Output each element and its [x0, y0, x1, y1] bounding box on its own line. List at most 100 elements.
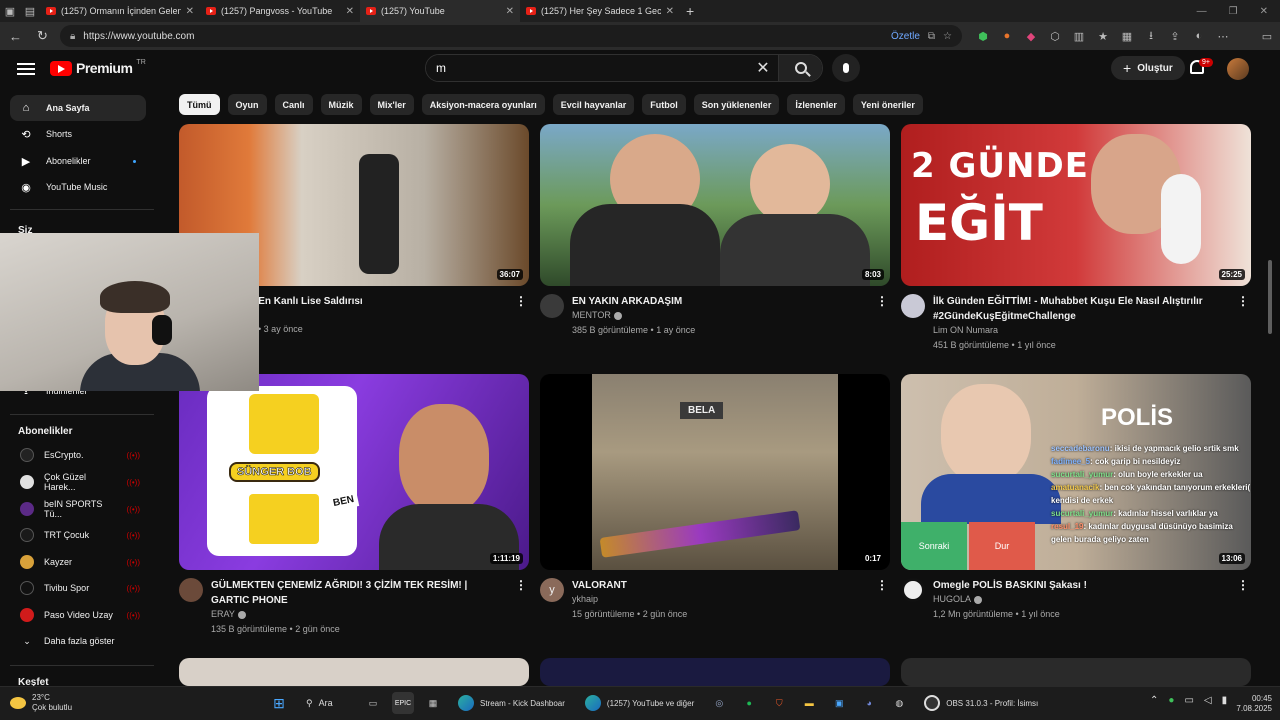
- taskbar-edge-youtube[interactable]: (1257) YouTube ve diğer: [579, 692, 700, 714]
- collections-icon[interactable]: ▦: [1120, 29, 1134, 43]
- chip[interactable]: Mix'ler: [369, 94, 414, 115]
- youtube-premium-logo[interactable]: Premium TR: [50, 59, 146, 76]
- subscription-item[interactable]: Paso Video Uzay ((•)): [10, 603, 146, 627]
- taskbar-obs[interactable]: OBS 31.0.3 - Profil: İsimsı: [918, 692, 1044, 714]
- brave-icon[interactable]: ⛉: [768, 692, 790, 714]
- channel-name[interactable]: MENTOR: [572, 310, 622, 320]
- chip[interactable]: Oyun: [227, 94, 267, 115]
- start-windows-icon[interactable]: ⊞: [268, 692, 290, 714]
- workspaces-icon[interactable]: ▣: [0, 0, 20, 22]
- sidebar-toggle-icon[interactable]: ▭: [1260, 29, 1274, 43]
- favorite-star-icon[interactable]: ☆: [943, 31, 952, 42]
- more-options-icon[interactable]: ⋮: [515, 578, 527, 592]
- more-options-icon[interactable]: ⋮: [876, 578, 888, 592]
- maximize-icon[interactable]: ❐: [1229, 6, 1238, 17]
- taskbar-search[interactable]: ⚲ Ara: [298, 692, 354, 714]
- weather-widget[interactable]: 23°C Çok bulutlu: [10, 693, 72, 713]
- capture-icon[interactable]: ◍: [888, 692, 910, 714]
- file-explorer-icon[interactable]: ▬: [798, 692, 820, 714]
- share-icon[interactable]: ⇪: [1168, 29, 1182, 43]
- sidebar-item-youtube-music[interactable]: ◉ YouTube Music: [10, 174, 146, 200]
- sidebar-item-home[interactable]: ⌂ Ana Sayfa: [10, 95, 146, 121]
- new-tab-button[interactable]: +: [680, 3, 700, 19]
- browser-tab[interactable]: (1257) Ormanın İçinden Gelen Se✕: [40, 0, 200, 22]
- subscription-item[interactable]: beIN SPORTS Tü... ((•)): [10, 497, 146, 521]
- subscription-item[interactable]: Kayzer ((•)): [10, 550, 146, 574]
- task-view-icon[interactable]: ▭: [362, 692, 384, 714]
- more-options-icon[interactable]: ⋮: [1237, 578, 1249, 592]
- extension-pink-icon[interactable]: ◆: [1024, 29, 1038, 43]
- minimize-icon[interactable]: —: [1197, 6, 1207, 17]
- chip[interactable]: İzlenenler: [787, 94, 845, 115]
- battery-icon[interactable]: ▮: [1222, 695, 1228, 706]
- store-icon[interactable]: ▦: [422, 692, 444, 714]
- browser-profile-icon[interactable]: ◐: [1192, 29, 1206, 43]
- taskbar-clock[interactable]: 00:45 7.08.2025: [1232, 694, 1272, 714]
- screen-icon[interactable]: ▣: [828, 692, 850, 714]
- close-tab-icon[interactable]: ✕: [666, 6, 674, 17]
- channel-name[interactable]: Lim ON Numara: [933, 325, 998, 335]
- subscription-item[interactable]: EsCrypto. ((•)): [10, 443, 146, 467]
- extension-orange-icon[interactable]: ●: [1000, 29, 1014, 43]
- browser-tab-active[interactable]: (1257) YouTube ✕: [360, 0, 520, 22]
- voice-search-button[interactable]: [832, 54, 860, 82]
- spotify-icon[interactable]: ●: [738, 692, 760, 714]
- channel-avatar[interactable]: y: [540, 578, 564, 602]
- close-tab-icon[interactable]: ✕: [346, 6, 354, 17]
- favorites-icon[interactable]: ★: [1096, 29, 1110, 43]
- split-screen-icon[interactable]: ▥: [1072, 29, 1086, 43]
- chip[interactable]: Aksiyon-macera oyunları: [421, 94, 545, 115]
- chip[interactable]: Futbol: [642, 94, 686, 115]
- video-thumbnail[interactable]: [901, 658, 1251, 686]
- browser-tab[interactable]: (1257) Pangvoss - YouTube ✕: [200, 0, 360, 22]
- volume-icon[interactable]: ◁: [1204, 695, 1212, 706]
- sidebar-item-shorts[interactable]: ⟲ Shorts: [10, 121, 146, 147]
- channel-avatar[interactable]: [540, 294, 564, 318]
- close-tab-icon[interactable]: ✕: [506, 6, 514, 17]
- tab-actions-icon[interactable]: ▤: [20, 0, 40, 22]
- video-thumbnail[interactable]: 2 GÜNDE EĞİT 25:25: [901, 124, 1251, 286]
- back-icon[interactable]: ←: [6, 29, 25, 44]
- chip[interactable]: Son yüklenenler: [693, 94, 780, 115]
- more-options-icon[interactable]: ⋮: [876, 294, 888, 308]
- search-button[interactable]: [778, 55, 822, 81]
- more-options-icon[interactable]: ⋮: [1237, 294, 1249, 308]
- video-thumbnail[interactable]: POLİS Sonraki Dur seccadebaronu: ikisi d…: [901, 374, 1251, 570]
- clear-search-icon[interactable]: ✕: [748, 55, 778, 81]
- subscription-item[interactable]: Çok Güzel Harek... ((•)): [10, 470, 146, 494]
- video-title[interactable]: VALORANT: [572, 578, 862, 593]
- video-thumbnail[interactable]: SÜNGER BOB BEN 1:11:19: [179, 374, 529, 570]
- more-icon[interactable]: ⋯: [1216, 29, 1230, 43]
- site-info-icon[interactable]: 🔒︎: [70, 31, 75, 42]
- channel-name[interactable]: ykhaip: [572, 594, 598, 604]
- channel-avatar[interactable]: [901, 294, 925, 318]
- epic-games-icon[interactable]: EPIC: [392, 692, 414, 714]
- subscription-item[interactable]: Tivibu Spor ((•)): [10, 576, 146, 600]
- chip-all[interactable]: Tümü: [179, 94, 220, 115]
- channel-name[interactable]: ERAY: [211, 609, 246, 619]
- steam-icon[interactable]: ◎: [708, 692, 730, 714]
- more-options-icon[interactable]: ⋮: [515, 294, 527, 308]
- close-tab-icon[interactable]: ✕: [186, 6, 194, 17]
- video-title[interactable]: İlk Günden EĞİTTİM! - Muhabbet Kuşu Ele …: [933, 294, 1223, 324]
- channel-avatar[interactable]: [901, 578, 925, 602]
- page-scrollbar[interactable]: [1268, 260, 1272, 334]
- chip[interactable]: Evcil hayvanlar: [552, 94, 635, 115]
- video-title[interactable]: Omegle POLİS BASKINI Şakası !: [933, 578, 1223, 593]
- video-thumbnail[interactable]: [179, 658, 529, 686]
- refresh-icon[interactable]: ↻: [33, 28, 52, 44]
- chip[interactable]: Müzik: [320, 94, 362, 115]
- account-avatar[interactable]: [1227, 58, 1249, 80]
- summarize-button[interactable]: Özetle: [891, 31, 920, 42]
- chip[interactable]: Yeni öneriler: [852, 94, 923, 115]
- extension-shield-icon[interactable]: ⬢: [976, 29, 990, 43]
- search-input[interactable]: m: [426, 55, 748, 81]
- browser-tab[interactable]: (1257) Her Şey Sadece 1 Gece İçi✕: [520, 0, 680, 22]
- url-text[interactable]: https://www.youtube.com: [83, 31, 883, 42]
- channel-avatar[interactable]: [179, 578, 203, 602]
- network-icon[interactable]: ▭: [1184, 695, 1193, 706]
- extensions-icon[interactable]: ⬡: [1048, 29, 1062, 43]
- show-more-button[interactable]: ⌄ Daha fazla göster: [10, 629, 146, 653]
- close-window-icon[interactable]: ✕: [1260, 6, 1268, 17]
- create-button[interactable]: + Oluştur: [1111, 56, 1185, 80]
